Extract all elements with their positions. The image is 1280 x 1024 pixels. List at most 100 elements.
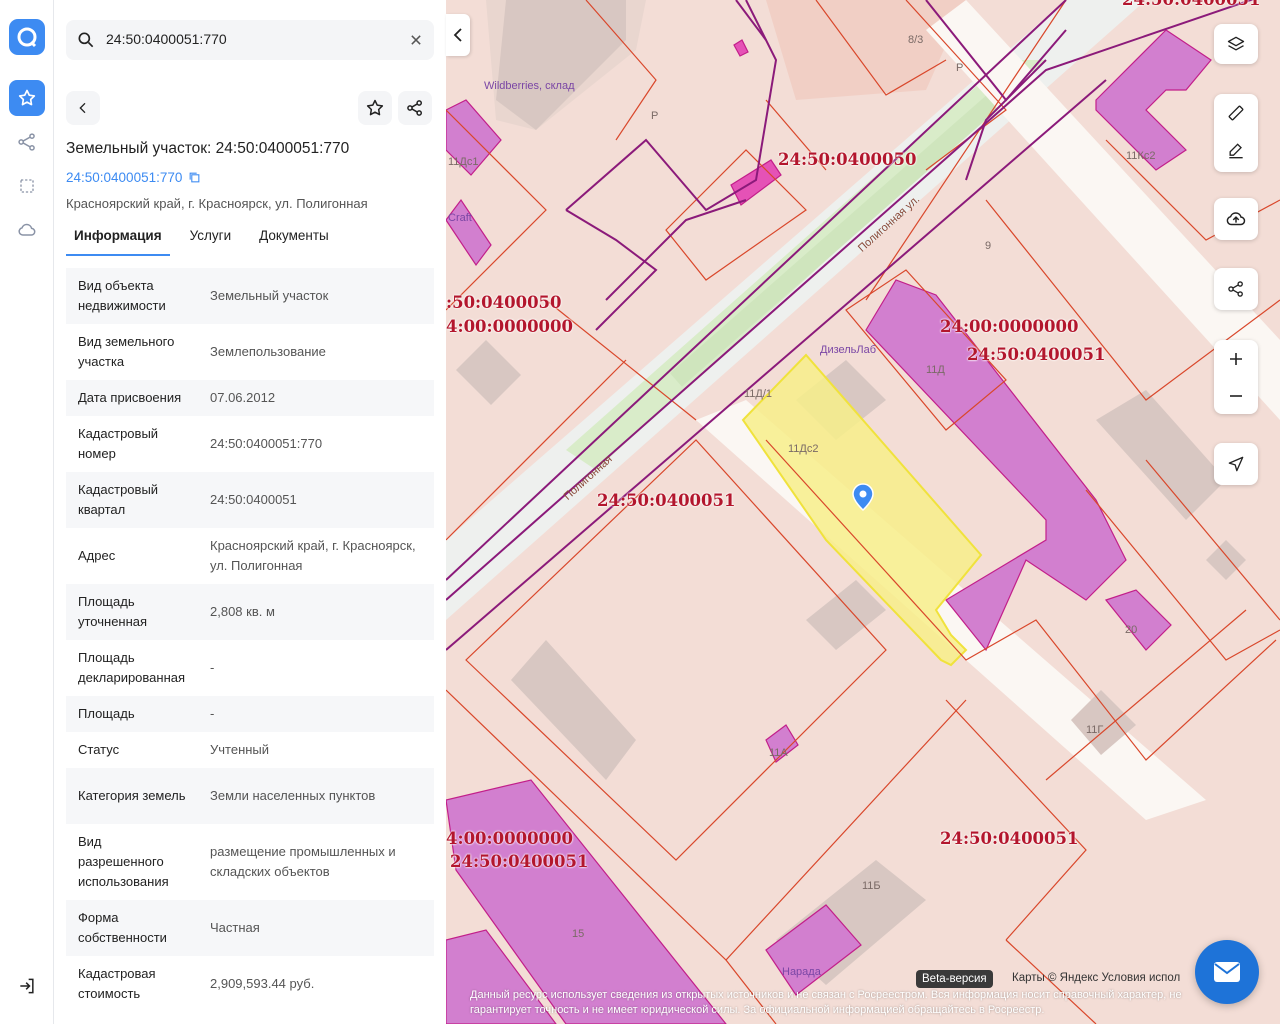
poi-label[interactable]: ДизельЛаб — [820, 344, 876, 356]
favorite-button[interactable] — [358, 91, 392, 125]
row-value: 2,808 кв. м — [210, 604, 275, 619]
table-row: Площадь декларированная - — [66, 640, 434, 696]
properties-table: Вид объекта недвижимости Земельный участо… — [66, 268, 434, 1012]
ruler-icon[interactable] — [1214, 94, 1258, 132]
table-row: Адрес Красноярский край, г. Красноярск, у… — [66, 528, 434, 584]
tab-info[interactable]: Информация — [66, 224, 170, 256]
favorites-icon[interactable] — [9, 80, 45, 116]
table-row: Статус Учтенный — [66, 732, 434, 768]
row-value: размещение промышленных и складских объе… — [210, 844, 396, 879]
row-key: Площадь — [78, 706, 135, 721]
beta-badge: Beta-версия — [916, 970, 993, 988]
search-input[interactable]: 24:50:0400051:770 — [106, 31, 227, 47]
logout-icon[interactable] — [9, 968, 45, 1004]
row-value: Учтенный — [210, 742, 270, 757]
table-row: Вид земельного участка Землепользование — [66, 324, 434, 380]
zoom-out-icon[interactable] — [1214, 377, 1258, 414]
route-icon[interactable] — [9, 124, 45, 160]
cadastral-label: 4:00:0000000 — [446, 829, 573, 848]
row-value: Земельный участок — [210, 288, 329, 303]
clear-icon[interactable] — [406, 30, 426, 55]
copy-icon[interactable] — [188, 171, 201, 184]
row-value: 2,909,593.44 руб. — [210, 976, 315, 991]
row-key: Дата присвоения — [78, 390, 182, 405]
tab-documents[interactable]: Документы — [251, 224, 337, 256]
mail-icon — [1214, 962, 1240, 982]
measure-toolbar — [1214, 94, 1258, 172]
app-logo-icon[interactable] — [9, 19, 45, 55]
row-value: 24:50:0400051 — [210, 492, 297, 507]
building-number: Р — [651, 110, 659, 122]
edit-icon[interactable] — [1214, 132, 1258, 170]
row-key: Статус — [78, 742, 120, 757]
map-attribution[interactable]: Карты © Яндекс Условия испол — [1012, 972, 1180, 984]
cadastral-label: 4:00:0000000 — [446, 317, 573, 336]
row-value: - — [210, 660, 215, 675]
row-value: Землепользование — [210, 344, 326, 359]
row-key: Вид земельного участка — [78, 334, 175, 369]
row-key: Кадастровый номер — [78, 426, 159, 461]
map-share-button[interactable] — [1214, 268, 1258, 310]
cadastral-label: :50:0400050 — [446, 293, 562, 312]
row-key: Кадастровая стоимость — [78, 966, 156, 1001]
upload-button[interactable] — [1214, 198, 1258, 240]
poi-label[interactable]: Нарада — [782, 966, 821, 978]
cadastral-link-text[interactable]: 24:50:0400051:770 — [66, 170, 182, 185]
poi-label[interactable]: Craft — [448, 212, 472, 224]
building-number: 11Дс1 — [448, 156, 479, 168]
building-number: 8/3 — [908, 34, 924, 46]
share-icon[interactable] — [1214, 268, 1258, 310]
info-panel: 24:50:0400051:770 Земельный участок: 24:… — [54, 0, 446, 1024]
table-row: Форма собственности Частная — [66, 900, 434, 956]
building-number: 11Д — [926, 364, 945, 376]
collapse-panel-button[interactable] — [446, 14, 470, 56]
area-select-icon[interactable] — [9, 168, 45, 204]
back-button[interactable] — [66, 91, 100, 125]
table-row: Вид объекта недвижимости Земельный участо… — [66, 268, 434, 324]
table-row: Кадастровая стоимость 2,909,593.44 руб. — [66, 956, 434, 1012]
share-icon — [407, 100, 422, 116]
share-button[interactable] — [398, 91, 432, 125]
zoom-in-icon[interactable] — [1214, 340, 1258, 377]
layers-button[interactable] — [1214, 24, 1258, 64]
cloud-upload-icon[interactable] — [1214, 198, 1258, 240]
table-row: Вид разрешенного использования размещение… — [66, 824, 434, 900]
side-rail — [0, 0, 54, 1024]
building-number: Р — [956, 62, 964, 74]
layers-icon[interactable] — [1214, 24, 1258, 64]
row-value: Красноярский край, г. Красноярск, ул. По… — [210, 538, 416, 573]
row-value: 24:50:0400051:770 — [210, 436, 323, 451]
cloud-icon[interactable] — [9, 212, 45, 248]
feedback-button[interactable] — [1195, 940, 1259, 1004]
tab-services[interactable]: Услуги — [182, 224, 240, 256]
cadastral-link[interactable]: 24:50:0400051:770 — [66, 170, 201, 185]
building-number: 11Г — [1086, 724, 1104, 736]
cadastral-label: 24:50:0400050 — [778, 150, 917, 169]
table-row: Кадастровый номер 24:50:0400051:770 — [66, 416, 434, 472]
building-number: 11Д/1 — [744, 388, 773, 400]
cadastral-label: 24:50:0400051 — [597, 491, 736, 510]
row-value: Частная — [210, 920, 260, 935]
table-row: Площадь уточненная 2,808 кв. м — [66, 584, 434, 640]
row-key: Кадастровый квартал — [78, 482, 159, 517]
search-bar[interactable]: 24:50:0400051:770 — [66, 20, 434, 60]
page-title: Земельный участок: 24:50:0400051:770 — [66, 140, 350, 157]
row-key: Площадь декларированная — [78, 650, 186, 685]
row-key: Категория земель — [78, 788, 186, 803]
geolocate-button[interactable] — [1214, 443, 1258, 485]
table-row: Кадастровый квартал 24:50:0400051 — [66, 472, 434, 528]
table-row: Дата присвоения 07.06.2012 — [66, 380, 434, 416]
cadastral-label: 24:50:0400051 — [940, 829, 1079, 848]
building-number: 9 — [985, 240, 992, 252]
row-value: - — [210, 706, 215, 721]
poi-label[interactable]: Wildberries, склад — [484, 80, 575, 93]
cadastral-label: 24:00:0000000 — [940, 317, 1079, 336]
navigation-arrow-icon[interactable] — [1214, 443, 1258, 485]
building-number: 11Дс2 — [788, 443, 819, 455]
tab-bar: Информация Услуги Документы — [66, 224, 349, 256]
map-view[interactable]: 24:50:0400051 24:50:0400050 :50:0400050 … — [446, 0, 1280, 1024]
cadastral-label: 24:50:0400051 — [450, 852, 589, 871]
building-number: 11А — [769, 747, 788, 759]
disclaimer-text: Данный ресурс использует сведения из отк… — [470, 989, 1182, 1016]
row-key: Форма собственности — [78, 910, 167, 945]
